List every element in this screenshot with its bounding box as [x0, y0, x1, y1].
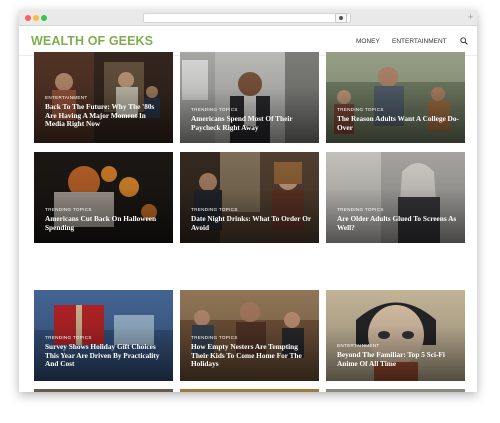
- article-card[interactable]: TRENDING TOPICS How Empty Nesters Are Te…: [180, 290, 319, 381]
- browser-window: ↻ + WEALTH OF GEEKS MONEY ENTERTAINMENT: [19, 10, 477, 392]
- article-category: ENTERTAINMENT: [337, 343, 380, 348]
- article-card[interactable]: TRENDING TOPICS Americans Cut Back On Ha…: [34, 152, 173, 243]
- article-card[interactable]: TRENDING TOPICS Americans Spend Most Of …: [180, 52, 319, 143]
- article-category: TRENDING TOPICS: [191, 107, 238, 112]
- article-category: TRENDING TOPICS: [45, 207, 92, 212]
- nav-item-money[interactable]: MONEY: [356, 38, 380, 45]
- article-title[interactable]: Back To The Future: Why The '80s Are Hav…: [45, 102, 167, 129]
- article-card[interactable]: ENTERTAINMENT Beyond The Familiar: Top 5…: [326, 290, 465, 381]
- article-card[interactable]: [180, 389, 319, 392]
- article-category: TRENDING TOPICS: [191, 335, 238, 340]
- article-card[interactable]: ENTERTAINMENT Back To The Future: Why Th…: [34, 52, 173, 143]
- article-category: TRENDING TOPICS: [45, 335, 92, 340]
- article-card[interactable]: [34, 389, 173, 392]
- nav-item-entertainment[interactable]: ENTERTAINMENT: [392, 38, 447, 45]
- article-card[interactable]: TRENDING TOPICS Are Older Adults Glued T…: [326, 152, 465, 243]
- article-title[interactable]: Are Older Adults Glued To Screens As Wel…: [337, 214, 459, 232]
- article-title[interactable]: Americans Cut Back On Halloween Spending: [45, 214, 167, 232]
- search-icon[interactable]: [460, 37, 468, 45]
- article-title[interactable]: How Empty Nesters Are Tempting Their Kid…: [191, 342, 313, 369]
- article-category: ENTERTAINMENT: [45, 95, 88, 100]
- address-bar[interactable]: ↻: [143, 13, 351, 23]
- browser-toolbar: ↻ +: [19, 10, 477, 26]
- article-category: TRENDING TOPICS: [337, 107, 384, 112]
- close-window-button[interactable]: [25, 15, 31, 21]
- article-card[interactable]: [326, 389, 465, 392]
- article-card[interactable]: TRENDING TOPICS Survey Shows Holiday Gif…: [34, 290, 173, 381]
- article-card[interactable]: TRENDING TOPICS The Reason Adults Want A…: [326, 52, 465, 143]
- article-image: [180, 389, 319, 392]
- article-category: TRENDING TOPICS: [191, 207, 238, 212]
- article-image: [326, 389, 465, 392]
- maximize-window-button[interactable]: [41, 15, 47, 21]
- article-title[interactable]: Americans Spend Most Of Their Paycheck R…: [191, 114, 313, 132]
- extension-icon: [339, 16, 343, 20]
- new-tab-icon[interactable]: +: [468, 11, 473, 23]
- article-title[interactable]: Beyond The Familiar: Top 5 Sci-Fi Anime …: [337, 350, 459, 368]
- minimize-window-button[interactable]: [33, 15, 39, 21]
- extension-button[interactable]: [335, 13, 347, 23]
- article-title[interactable]: Survey Shows Holiday Gift Choices This Y…: [45, 342, 167, 369]
- article-image: [34, 389, 173, 392]
- article-title[interactable]: The Reason Adults Want A College Do-Over: [337, 114, 459, 132]
- article-title[interactable]: Date Night Drinks: What To Order Or Avoi…: [191, 214, 313, 232]
- article-card[interactable]: TRENDING TOPICS Date Night Drinks: What …: [180, 152, 319, 243]
- site-logo[interactable]: WEALTH OF GEEKS: [31, 34, 153, 48]
- article-category: TRENDING TOPICS: [337, 207, 384, 212]
